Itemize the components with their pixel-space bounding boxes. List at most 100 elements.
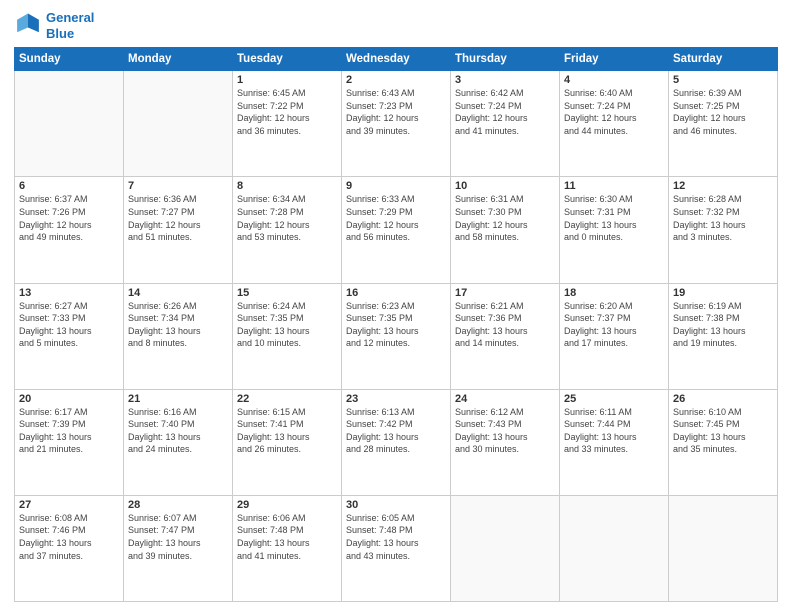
calendar-cell: 30Sunrise: 6:05 AM Sunset: 7:48 PM Dayli… bbox=[342, 495, 451, 601]
weekday-header-monday: Monday bbox=[124, 48, 233, 71]
calendar-cell: 27Sunrise: 6:08 AM Sunset: 7:46 PM Dayli… bbox=[15, 495, 124, 601]
calendar-cell bbox=[124, 71, 233, 177]
day-number: 30 bbox=[346, 499, 446, 511]
day-info: Sunrise: 6:20 AM Sunset: 7:37 PM Dayligh… bbox=[564, 300, 664, 350]
calendar-cell: 7Sunrise: 6:36 AM Sunset: 7:27 PM Daylig… bbox=[124, 177, 233, 283]
calendar-cell bbox=[451, 495, 560, 601]
weekday-header-thursday: Thursday bbox=[451, 48, 560, 71]
calendar-cell: 20Sunrise: 6:17 AM Sunset: 7:39 PM Dayli… bbox=[15, 389, 124, 495]
day-number: 15 bbox=[237, 287, 337, 299]
day-info: Sunrise: 6:05 AM Sunset: 7:48 PM Dayligh… bbox=[346, 512, 446, 562]
day-number: 8 bbox=[237, 180, 337, 192]
day-info: Sunrise: 6:24 AM Sunset: 7:35 PM Dayligh… bbox=[237, 300, 337, 350]
day-info: Sunrise: 6:06 AM Sunset: 7:48 PM Dayligh… bbox=[237, 512, 337, 562]
calendar-cell: 25Sunrise: 6:11 AM Sunset: 7:44 PM Dayli… bbox=[560, 389, 669, 495]
calendar-cell: 10Sunrise: 6:31 AM Sunset: 7:30 PM Dayli… bbox=[451, 177, 560, 283]
day-number: 23 bbox=[346, 393, 446, 405]
day-info: Sunrise: 6:34 AM Sunset: 7:28 PM Dayligh… bbox=[237, 193, 337, 243]
week-row-2: 6Sunrise: 6:37 AM Sunset: 7:26 PM Daylig… bbox=[15, 177, 778, 283]
weekday-header-tuesday: Tuesday bbox=[233, 48, 342, 71]
day-number: 10 bbox=[455, 180, 555, 192]
day-number: 2 bbox=[346, 74, 446, 86]
day-info: Sunrise: 6:45 AM Sunset: 7:22 PM Dayligh… bbox=[237, 87, 337, 137]
day-number: 21 bbox=[128, 393, 228, 405]
day-number: 1 bbox=[237, 74, 337, 86]
header: General Blue bbox=[14, 10, 778, 41]
calendar-cell: 17Sunrise: 6:21 AM Sunset: 7:36 PM Dayli… bbox=[451, 283, 560, 389]
day-info: Sunrise: 6:08 AM Sunset: 7:46 PM Dayligh… bbox=[19, 512, 119, 562]
day-number: 29 bbox=[237, 499, 337, 511]
day-number: 17 bbox=[455, 287, 555, 299]
day-number: 14 bbox=[128, 287, 228, 299]
calendar-cell: 11Sunrise: 6:30 AM Sunset: 7:31 PM Dayli… bbox=[560, 177, 669, 283]
page: General Blue SundayMondayTuesdayWednesda… bbox=[0, 0, 792, 612]
logo-icon bbox=[14, 12, 42, 40]
calendar-cell bbox=[15, 71, 124, 177]
day-info: Sunrise: 6:43 AM Sunset: 7:23 PM Dayligh… bbox=[346, 87, 446, 137]
calendar-cell: 21Sunrise: 6:16 AM Sunset: 7:40 PM Dayli… bbox=[124, 389, 233, 495]
day-number: 7 bbox=[128, 180, 228, 192]
calendar-cell: 3Sunrise: 6:42 AM Sunset: 7:24 PM Daylig… bbox=[451, 71, 560, 177]
calendar-cell: 14Sunrise: 6:26 AM Sunset: 7:34 PM Dayli… bbox=[124, 283, 233, 389]
day-number: 16 bbox=[346, 287, 446, 299]
logo: General Blue bbox=[14, 10, 94, 41]
calendar-cell: 26Sunrise: 6:10 AM Sunset: 7:45 PM Dayli… bbox=[669, 389, 778, 495]
day-info: Sunrise: 6:12 AM Sunset: 7:43 PM Dayligh… bbox=[455, 406, 555, 456]
calendar-cell: 24Sunrise: 6:12 AM Sunset: 7:43 PM Dayli… bbox=[451, 389, 560, 495]
day-info: Sunrise: 6:40 AM Sunset: 7:24 PM Dayligh… bbox=[564, 87, 664, 137]
calendar-cell: 1Sunrise: 6:45 AM Sunset: 7:22 PM Daylig… bbox=[233, 71, 342, 177]
day-info: Sunrise: 6:39 AM Sunset: 7:25 PM Dayligh… bbox=[673, 87, 773, 137]
calendar-cell: 28Sunrise: 6:07 AM Sunset: 7:47 PM Dayli… bbox=[124, 495, 233, 601]
week-row-1: 1Sunrise: 6:45 AM Sunset: 7:22 PM Daylig… bbox=[15, 71, 778, 177]
day-number: 13 bbox=[19, 287, 119, 299]
calendar-cell: 4Sunrise: 6:40 AM Sunset: 7:24 PM Daylig… bbox=[560, 71, 669, 177]
week-row-4: 20Sunrise: 6:17 AM Sunset: 7:39 PM Dayli… bbox=[15, 389, 778, 495]
day-info: Sunrise: 6:28 AM Sunset: 7:32 PM Dayligh… bbox=[673, 193, 773, 243]
day-info: Sunrise: 6:10 AM Sunset: 7:45 PM Dayligh… bbox=[673, 406, 773, 456]
day-number: 27 bbox=[19, 499, 119, 511]
calendar-table: SundayMondayTuesdayWednesdayThursdayFrid… bbox=[14, 47, 778, 602]
day-info: Sunrise: 6:15 AM Sunset: 7:41 PM Dayligh… bbox=[237, 406, 337, 456]
day-info: Sunrise: 6:30 AM Sunset: 7:31 PM Dayligh… bbox=[564, 193, 664, 243]
calendar-cell: 9Sunrise: 6:33 AM Sunset: 7:29 PM Daylig… bbox=[342, 177, 451, 283]
calendar-cell: 15Sunrise: 6:24 AM Sunset: 7:35 PM Dayli… bbox=[233, 283, 342, 389]
day-number: 20 bbox=[19, 393, 119, 405]
day-number: 5 bbox=[673, 74, 773, 86]
calendar-cell: 16Sunrise: 6:23 AM Sunset: 7:35 PM Dayli… bbox=[342, 283, 451, 389]
weekday-header-wednesday: Wednesday bbox=[342, 48, 451, 71]
day-info: Sunrise: 6:23 AM Sunset: 7:35 PM Dayligh… bbox=[346, 300, 446, 350]
logo-text: General Blue bbox=[46, 10, 94, 41]
day-info: Sunrise: 6:16 AM Sunset: 7:40 PM Dayligh… bbox=[128, 406, 228, 456]
calendar-cell: 6Sunrise: 6:37 AM Sunset: 7:26 PM Daylig… bbox=[15, 177, 124, 283]
calendar-cell: 13Sunrise: 6:27 AM Sunset: 7:33 PM Dayli… bbox=[15, 283, 124, 389]
day-info: Sunrise: 6:11 AM Sunset: 7:44 PM Dayligh… bbox=[564, 406, 664, 456]
day-number: 28 bbox=[128, 499, 228, 511]
day-info: Sunrise: 6:36 AM Sunset: 7:27 PM Dayligh… bbox=[128, 193, 228, 243]
day-number: 26 bbox=[673, 393, 773, 405]
day-number: 4 bbox=[564, 74, 664, 86]
calendar-cell: 22Sunrise: 6:15 AM Sunset: 7:41 PM Dayli… bbox=[233, 389, 342, 495]
week-row-5: 27Sunrise: 6:08 AM Sunset: 7:46 PM Dayli… bbox=[15, 495, 778, 601]
calendar-cell: 2Sunrise: 6:43 AM Sunset: 7:23 PM Daylig… bbox=[342, 71, 451, 177]
week-row-3: 13Sunrise: 6:27 AM Sunset: 7:33 PM Dayli… bbox=[15, 283, 778, 389]
day-info: Sunrise: 6:33 AM Sunset: 7:29 PM Dayligh… bbox=[346, 193, 446, 243]
day-number: 3 bbox=[455, 74, 555, 86]
day-number: 19 bbox=[673, 287, 773, 299]
day-number: 9 bbox=[346, 180, 446, 192]
weekday-header-sunday: Sunday bbox=[15, 48, 124, 71]
weekday-header-saturday: Saturday bbox=[669, 48, 778, 71]
day-info: Sunrise: 6:07 AM Sunset: 7:47 PM Dayligh… bbox=[128, 512, 228, 562]
day-number: 25 bbox=[564, 393, 664, 405]
day-number: 18 bbox=[564, 287, 664, 299]
day-info: Sunrise: 6:37 AM Sunset: 7:26 PM Dayligh… bbox=[19, 193, 119, 243]
day-info: Sunrise: 6:26 AM Sunset: 7:34 PM Dayligh… bbox=[128, 300, 228, 350]
weekday-header-row: SundayMondayTuesdayWednesdayThursdayFrid… bbox=[15, 48, 778, 71]
day-number: 22 bbox=[237, 393, 337, 405]
day-info: Sunrise: 6:17 AM Sunset: 7:39 PM Dayligh… bbox=[19, 406, 119, 456]
day-info: Sunrise: 6:31 AM Sunset: 7:30 PM Dayligh… bbox=[455, 193, 555, 243]
calendar-cell bbox=[560, 495, 669, 601]
calendar-cell: 19Sunrise: 6:19 AM Sunset: 7:38 PM Dayli… bbox=[669, 283, 778, 389]
day-number: 11 bbox=[564, 180, 664, 192]
calendar-cell: 8Sunrise: 6:34 AM Sunset: 7:28 PM Daylig… bbox=[233, 177, 342, 283]
day-number: 6 bbox=[19, 180, 119, 192]
